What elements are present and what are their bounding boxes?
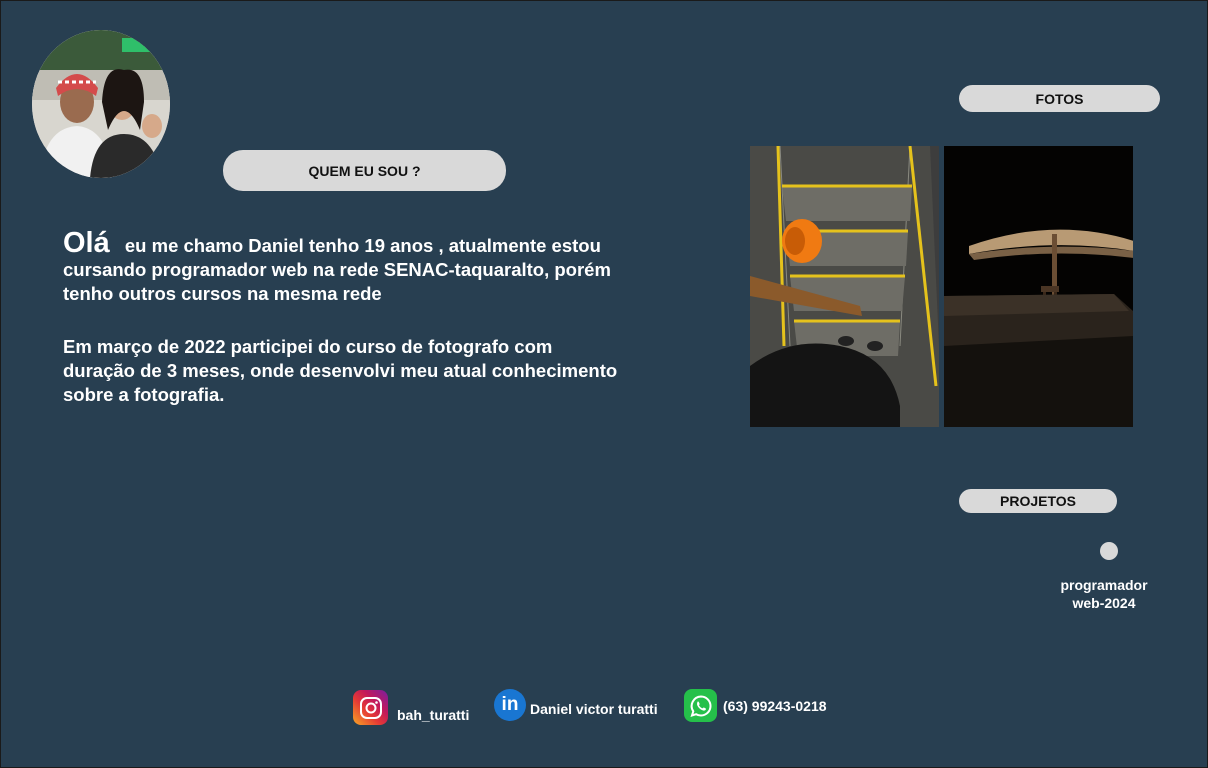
whatsapp-icon: [684, 689, 717, 722]
linkedin-link[interactable]: in Daniel victor turatti: [494, 689, 658, 721]
photography-paragraph: Em março de 2022 participei do curso de …: [63, 336, 618, 405]
whatsapp-number[interactable]: (63) 99243-0218: [723, 698, 827, 714]
project-bullet[interactable]: [1100, 542, 1118, 560]
photo-night-kiosk: [944, 146, 1133, 427]
photo-skateboard-escalator: [750, 146, 939, 427]
portfolio-page: QUEM EU SOU ? Olá eu me chamo Daniel ten…: [1, 1, 1207, 767]
instagram-icon: [353, 690, 388, 725]
about-section-label: QUEM EU SOU ?: [223, 150, 506, 191]
whatsapp-link[interactable]: (63) 99243-0218: [684, 689, 827, 722]
intro-paragraph: eu me chamo Daniel tenho 19 anos , atual…: [63, 235, 611, 304]
projects-section-label: PROJETOS: [959, 489, 1117, 513]
greeting: Olá: [63, 227, 110, 259]
photos-section-label: FOTOS: [959, 85, 1160, 112]
intro-text: Olá eu me chamo Daniel tenho 19 anos , a…: [63, 229, 623, 306]
linkedin-name[interactable]: Daniel victor turatti: [530, 701, 658, 717]
linkedin-icon: in: [494, 689, 526, 721]
project-item-label[interactable]: programador web-2024: [1049, 576, 1159, 612]
instagram-handle[interactable]: bah_turatti: [397, 707, 469, 723]
profile-avatar: [32, 30, 170, 178]
instagram-link[interactable]: bah_turatti: [353, 690, 469, 725]
